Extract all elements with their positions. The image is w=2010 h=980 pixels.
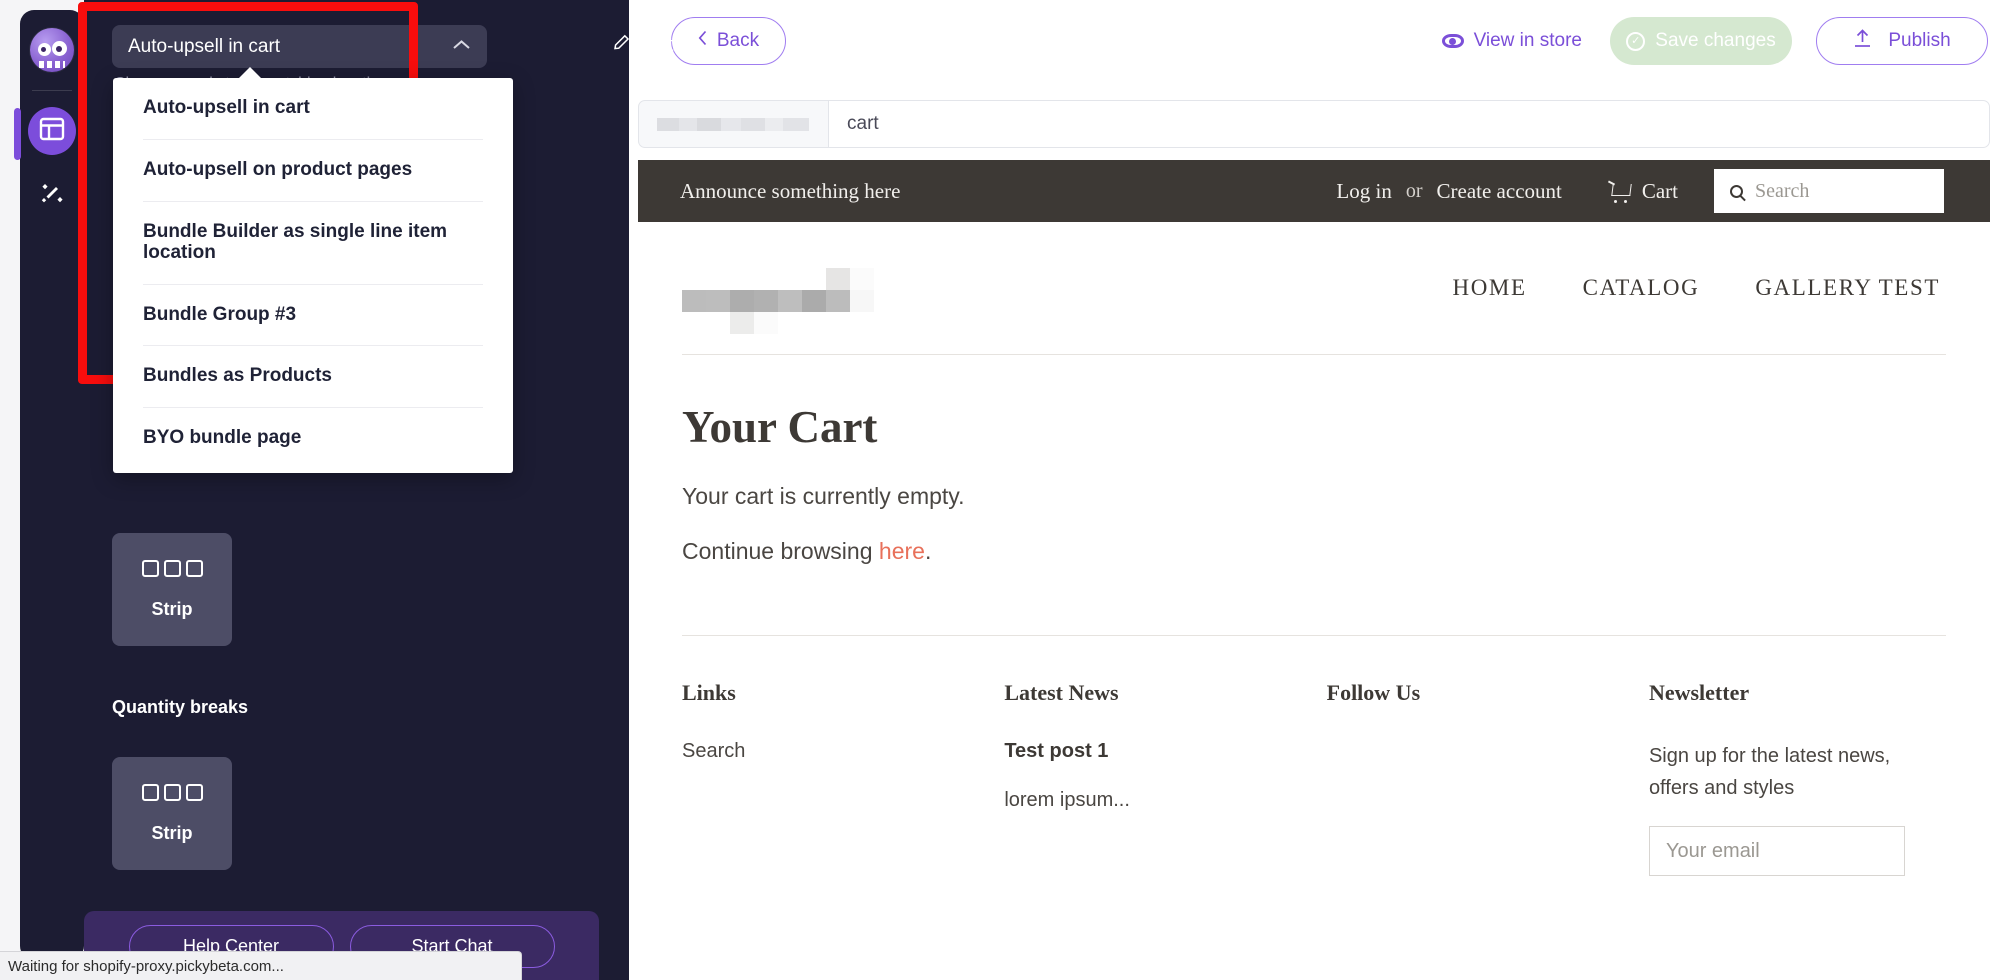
dropdown-option-2[interactable]: Bundle Builder as single line item locat…: [113, 202, 513, 284]
store-nav: HOME CATALOG GALLERY TEST: [1453, 275, 1947, 301]
edit-label: Edit: [639, 34, 674, 56]
strip-blocks-icon: [141, 559, 203, 577]
url-path-value: cart: [847, 113, 879, 134]
footer-col-follow: Follow Us: [1327, 680, 1649, 876]
view-in-store-label: View in store: [1473, 30, 1582, 51]
block-card-label: Strip: [151, 598, 193, 619]
cart-empty-message: Your cart is currently empty.: [682, 483, 965, 509]
block-group-label: Quantity breaks: [112, 697, 249, 717]
create-account-link[interactable]: Create account: [1437, 179, 1562, 204]
pencil-icon: [612, 33, 631, 58]
footer-links-heading: Links: [682, 680, 736, 705]
dropdown-option-1[interactable]: Auto-upsell on product pages: [113, 140, 513, 201]
page-title: Your Cart: [682, 402, 878, 452]
view-in-store-button[interactable]: View in store: [1441, 30, 1582, 52]
footer-news-excerpt: lorem ipsum...: [1004, 789, 1130, 811]
location-select-value: Auto-upsell in cart: [128, 35, 281, 57]
eye-icon: [1441, 34, 1464, 48]
nav-item-gallery-test[interactable]: GALLERY TEST: [1755, 275, 1940, 301]
footer-news-heading: Latest News: [1004, 680, 1119, 705]
footer-col-news: Latest News Test post 1 lorem ipsum...: [1004, 680, 1326, 876]
url-path-field[interactable]: cart: [828, 100, 1990, 148]
rail-item-magic[interactable]: [28, 173, 76, 221]
store-preview: Announce something here Log in or Create…: [638, 160, 1990, 980]
dropdown-option-0[interactable]: Auto-upsell in cart: [113, 78, 513, 139]
nav-item-home[interactable]: HOME: [1453, 275, 1527, 301]
publish-label: Publish: [1888, 30, 1951, 51]
browser-status-bar: Waiting for shopify-proxy.pickybeta.com.…: [0, 951, 522, 980]
rail-divider: [32, 90, 72, 91]
publish-button[interactable]: Publish: [1816, 17, 1988, 65]
footer-link-search[interactable]: Search: [682, 740, 1004, 763]
dropdown-option-5[interactable]: BYO bundle page: [113, 408, 513, 469]
check-circle-icon: ✓: [1626, 31, 1646, 51]
or-separator: or: [1405, 179, 1423, 202]
continue-suffix: .: [924, 538, 932, 564]
footer-follow-heading: Follow Us: [1326, 680, 1421, 705]
upload-icon: [1853, 28, 1872, 54]
block-card-strip-1[interactable]: Strip: [112, 533, 232, 646]
announcement-text: Announce something here: [680, 178, 901, 203]
redacted-domain: [657, 117, 809, 131]
footer-col-links: Links Search: [682, 680, 1004, 876]
announcement-actions: Log in or Create account Cart Search: [1336, 169, 1944, 213]
footer-newsletter-text: Sign up for the latest news, offers and …: [1648, 745, 1891, 799]
save-changes-button[interactable]: ✓ Save changes: [1610, 17, 1792, 65]
dropdown-pointer: [238, 67, 262, 79]
shopping-cart-icon: [1608, 182, 1631, 203]
search-icon: [1730, 184, 1743, 198]
app-logo-icon[interactable]: [30, 28, 74, 72]
status-text: Waiting for shopify-proxy.pickybeta.com.…: [8, 957, 284, 975]
store-footer: Links Search Latest News Test post 1 lor…: [638, 636, 1990, 876]
toolbar-actions: View in store ✓ Save changes Publish: [1441, 17, 2010, 65]
chevron-left-icon: [698, 30, 708, 52]
footer-newsletter-heading: Newsletter: [1648, 680, 1750, 705]
store-announcement-bar: Announce something here Log in or Create…: [638, 160, 1990, 222]
continue-browsing-line: Continue browsing here.: [682, 538, 1946, 565]
app-icon-rail: [14, 10, 84, 960]
back-button[interactable]: Back: [671, 17, 786, 65]
layout-icon: [39, 116, 65, 147]
location-dropdown-menu: Auto-upsell in cart Auto-upsell on produ…: [113, 67, 513, 474]
dropdown-option-4[interactable]: Bundles as Products: [113, 346, 513, 407]
continue-browsing-link[interactable]: here: [879, 538, 925, 564]
footer-col-newsletter: Newsletter Sign up for the latest news, …: [1648, 680, 1940, 876]
strip-blocks-icon: [141, 783, 203, 801]
footer-news-post-title[interactable]: Test post 1: [1004, 740, 1326, 763]
rail-item-layout[interactable]: [28, 107, 76, 155]
newsletter-email-input[interactable]: Your email: [1648, 826, 1905, 876]
active-rail-indicator: [14, 108, 21, 160]
chevron-up-icon: [452, 38, 471, 55]
preview-url-bar: cart: [638, 100, 1990, 148]
cart-label: Cart: [1641, 178, 1678, 203]
cart-page-body: Your Cart Your cart is currently empty. …: [638, 355, 1990, 565]
store-cart-link[interactable]: Cart: [1608, 179, 1678, 204]
login-link[interactable]: Log in: [1336, 179, 1391, 204]
screen-root: s Auto-upsell in cart Changes apply to a…: [0, 0, 2010, 980]
store-header: HOME CATALOG GALLERY TEST: [638, 222, 1990, 354]
edit-button[interactable]: Edit: [612, 33, 673, 58]
block-card-label: Strip: [151, 822, 193, 843]
location-select[interactable]: Auto-upsell in cart: [112, 25, 487, 68]
block-card-strip-2[interactable]: Strip: [112, 757, 232, 870]
back-label: Back: [716, 30, 760, 51]
dropdown-option-3[interactable]: Bundle Group #3: [113, 285, 513, 346]
store-logo-redacted: [682, 264, 874, 334]
url-domain-field[interactable]: [638, 100, 828, 148]
nav-item-catalog[interactable]: CATALOG: [1583, 275, 1700, 301]
save-changes-label: Save changes: [1655, 30, 1776, 51]
store-search-placeholder: Search: [1755, 179, 1810, 202]
sparkle-wand-icon: [38, 181, 66, 214]
store-search-box[interactable]: Search: [1714, 169, 1944, 213]
continue-prefix: Continue browsing: [682, 538, 879, 564]
newsletter-email-placeholder: Your email: [1665, 839, 1760, 862]
editor-toolbar: Back View in store ✓ Save changes Publis…: [629, 0, 2010, 82]
